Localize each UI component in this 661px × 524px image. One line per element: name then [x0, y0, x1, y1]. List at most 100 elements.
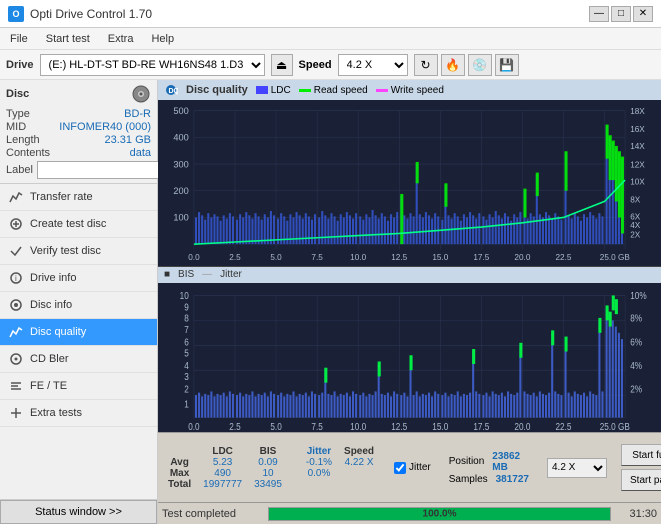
- disc-label-input[interactable]: [37, 161, 175, 179]
- position-value: 23862 MB: [492, 451, 529, 473]
- ldc-header: LDC: [197, 446, 248, 457]
- stats-table: LDC BIS Jitter Speed Avg 5.23 0.09 -0.1%…: [162, 446, 380, 490]
- menu-file[interactable]: File: [6, 32, 32, 46]
- chart-speed-select[interactable]: 4.2 X: [547, 458, 607, 478]
- svg-text:10.0: 10.0: [350, 421, 366, 432]
- disc-icon[interactable]: 💿: [468, 54, 492, 76]
- svg-text:500: 500: [173, 105, 188, 116]
- nav-disc-quality[interactable]: Disc quality: [0, 319, 157, 346]
- upper-chart-svg: 500 400 300 200 100 18X 16X 14X 12X 10X …: [158, 100, 661, 266]
- maximize-button[interactable]: □: [611, 6, 631, 22]
- svg-text:6%: 6%: [630, 336, 642, 347]
- disc-mid-label: MID: [6, 121, 26, 133]
- minimize-button[interactable]: —: [589, 6, 609, 22]
- nav-extra-tests[interactable]: Extra tests: [0, 400, 157, 427]
- avg-ldc-value: 5.23: [197, 457, 248, 468]
- bis-header: BIS: [248, 446, 288, 457]
- svg-text:22.5: 22.5: [555, 421, 571, 432]
- svg-text:25.0 GB: 25.0 GB: [600, 421, 630, 432]
- action-buttons: Start full Start part: [621, 444, 661, 491]
- disc-panel: Disc Type BD-R MID INFOMER40 (000) Lengt…: [0, 80, 157, 184]
- start-part-button[interactable]: Start part: [621, 469, 661, 491]
- speed-select[interactable]: 4.2 X: [338, 54, 408, 76]
- disc-length-label: Length: [6, 134, 40, 146]
- nav-fe-te-label: FE / TE: [30, 380, 67, 392]
- total-bis-value: 33495: [248, 479, 288, 490]
- svg-text:18X: 18X: [630, 106, 645, 116]
- legend-read-speed-color: [299, 89, 311, 92]
- avg-bis-value: 0.09: [248, 457, 288, 468]
- menu-start-test[interactable]: Start test: [42, 32, 94, 46]
- window-controls: — □ ✕: [589, 6, 653, 22]
- drive-action-icons: ↻ 🔥 💿 💾: [414, 54, 519, 76]
- progress-bar-container: 100.0%: [268, 507, 611, 521]
- refresh-icon[interactable]: ↻: [414, 54, 438, 76]
- menu-extra[interactable]: Extra: [104, 32, 138, 46]
- nav-disc-quality-label: Disc quality: [30, 326, 86, 338]
- nav-section: Transfer rate Create test disc Verify te…: [0, 184, 157, 499]
- nav-transfer-rate[interactable]: Transfer rate: [0, 184, 157, 211]
- status-window-button[interactable]: Status window >>: [0, 500, 157, 524]
- menu-help[interactable]: Help: [147, 32, 178, 46]
- save-icon[interactable]: 💾: [495, 54, 519, 76]
- svg-text:2%: 2%: [630, 383, 642, 394]
- nav-create-test-disc[interactable]: Create test disc: [0, 211, 157, 238]
- position-label: Position: [449, 456, 485, 467]
- charts-wrapper: 500 400 300 200 100 18X 16X 14X 12X 10X …: [158, 100, 661, 432]
- avg-label: Avg: [162, 457, 197, 468]
- svg-text:5.0: 5.0: [270, 252, 282, 262]
- fe-te-icon: [8, 378, 24, 394]
- eject-button[interactable]: ⏏: [271, 54, 293, 76]
- burn-icon[interactable]: 🔥: [441, 54, 465, 76]
- svg-text:2: 2: [184, 383, 189, 394]
- title-bar: O Opti Drive Control 1.70 — □ ✕: [0, 0, 661, 28]
- drive-label: Drive: [6, 59, 34, 71]
- chart-legend: LDC Read speed Write speed: [256, 85, 444, 96]
- disc-label-row: Label 🔍: [6, 161, 151, 179]
- nav-cd-bler[interactable]: CD Bler: [0, 346, 157, 373]
- bis-legend-label: BIS: [178, 269, 194, 280]
- nav-verify-test-disc[interactable]: Verify test disc: [0, 238, 157, 265]
- chart-title-bar: DQ Disc quality LDC Read speed Write spe…: [158, 80, 661, 100]
- nav-fe-te[interactable]: FE / TE: [0, 373, 157, 400]
- legend-read-speed-label: Read speed: [314, 85, 368, 96]
- max-jitter-value: 0.0%: [300, 468, 338, 479]
- speed-label: Speed: [299, 59, 332, 71]
- extra-tests-icon: [8, 405, 24, 421]
- total-ldc-value: 1997777: [197, 479, 248, 490]
- svg-text:12X: 12X: [630, 159, 645, 169]
- drive-select[interactable]: (E:) HL-DT-ST BD-RE WH16NS48 1.D3: [40, 54, 265, 76]
- jitter-checkbox[interactable]: [394, 462, 406, 474]
- right-content: DQ Disc quality LDC Read speed Write spe…: [158, 80, 661, 524]
- start-full-button[interactable]: Start full: [621, 444, 661, 466]
- close-button[interactable]: ✕: [633, 6, 653, 22]
- svg-text:15.0: 15.0: [432, 421, 448, 432]
- svg-text:25.0 GB: 25.0 GB: [600, 252, 630, 262]
- svg-text:5.0: 5.0: [270, 421, 281, 432]
- svg-text:i: i: [15, 274, 17, 283]
- svg-text:1: 1: [184, 398, 189, 409]
- disc-label-label: Label: [6, 164, 33, 176]
- cd-bler-icon: [8, 351, 24, 367]
- svg-text:12.5: 12.5: [391, 252, 407, 262]
- svg-text:20.0: 20.0: [514, 421, 530, 432]
- svg-text:16X: 16X: [630, 124, 645, 134]
- svg-text:0.0: 0.0: [188, 421, 199, 432]
- disc-panel-title: Disc: [6, 88, 29, 100]
- legend-read-speed: Read speed: [299, 85, 368, 96]
- svg-text:4%: 4%: [630, 360, 642, 371]
- legend-ldc-color: [256, 86, 268, 94]
- nav-drive-info[interactable]: i Drive info: [0, 265, 157, 292]
- samples-value: 381727: [496, 474, 529, 485]
- drive-bar: Drive (E:) HL-DT-ST BD-RE WH16NS48 1.D3 …: [0, 50, 661, 80]
- position-row: Position 23862 MB: [449, 451, 529, 473]
- nav-cd-bler-label: CD Bler: [30, 353, 69, 365]
- nav-disc-info[interactable]: Disc info: [0, 292, 157, 319]
- svg-text:14X: 14X: [630, 141, 645, 151]
- svg-text:2.5: 2.5: [229, 252, 241, 262]
- app-icon: O: [8, 6, 24, 22]
- svg-text:17.5: 17.5: [473, 421, 489, 432]
- svg-text:20.0: 20.0: [514, 252, 530, 262]
- svg-text:5: 5: [184, 347, 189, 358]
- nav-drive-info-label: Drive info: [30, 272, 76, 284]
